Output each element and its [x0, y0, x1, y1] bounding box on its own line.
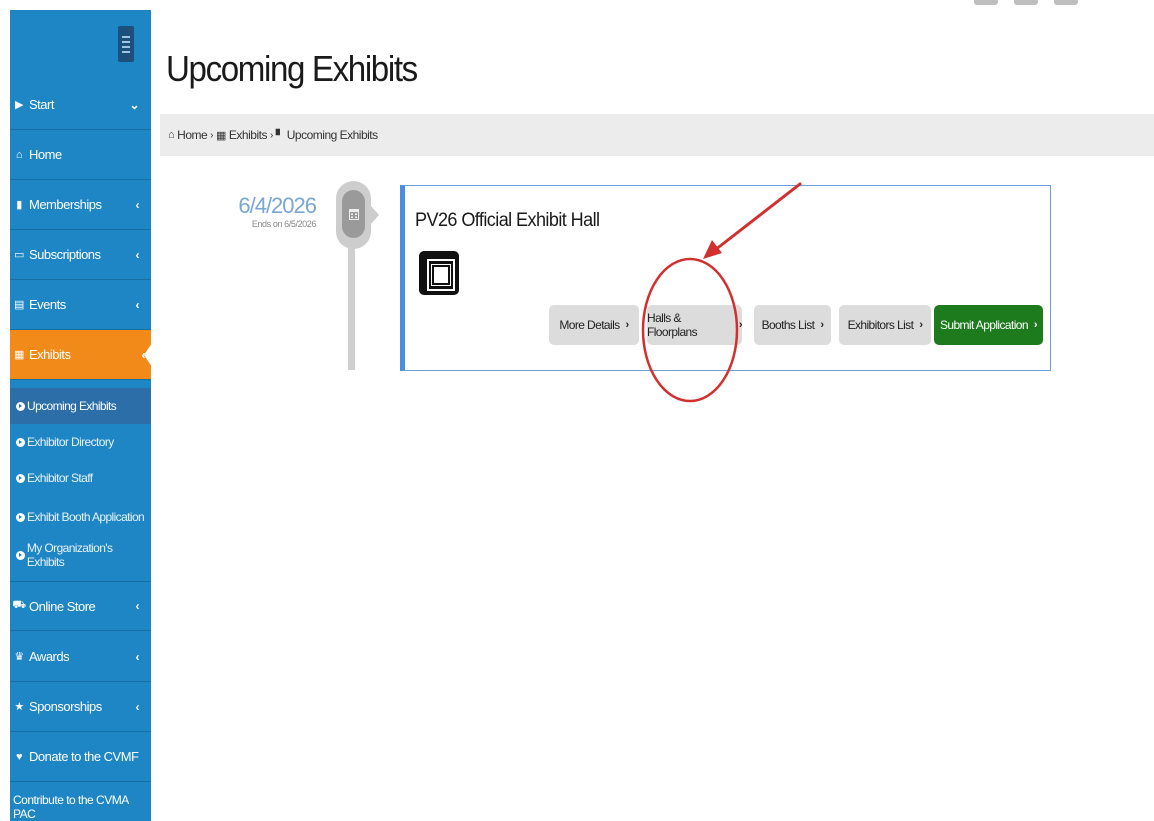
sidebar-subitem-label: Upcoming Exhibits: [27, 399, 117, 413]
sidebar-item-sponsorships[interactable]: ★ Sponsorships ‹: [10, 682, 151, 732]
sidebar-subitem-exhibitor-staff[interactable]: Exhibitor Staff: [10, 460, 151, 496]
sidebar-subitem-upcoming-exhibits[interactable]: Upcoming Exhibits: [10, 388, 151, 424]
circle-arrow-icon: [16, 437, 25, 447]
file-icon: ▘: [275, 129, 284, 142]
chevron-left-icon: ‹: [135, 599, 140, 613]
circle-arrow-icon: [16, 473, 25, 483]
sidebar-subitem-booth-application[interactable]: Exhibit Booth Application: [10, 499, 151, 535]
sidebar-item-online-store[interactable]: ⛟ Online Store ‹: [10, 581, 151, 631]
sidebar-subitem-label: Exhibit Booth Application: [27, 510, 145, 524]
hdd-icon: ▭: [14, 249, 24, 261]
button-label: Booths List: [761, 318, 815, 332]
chevron-right-icon: ›: [738, 319, 743, 331]
calendar-icon: ▤: [14, 299, 24, 311]
heart-icon: ♥: [15, 750, 23, 763]
chevron-right-icon: ›: [1033, 319, 1038, 331]
chevron-left-icon: ‹: [135, 699, 140, 714]
sidebar-subitem-label: My Organization's Exhibits: [26, 541, 113, 569]
star-icon: ★: [14, 701, 24, 713]
booths-list-button[interactable]: Booths List ›: [754, 305, 831, 345]
sidebar-item-contribute-pac[interactable]: Contribute to the CVMA PAC: [10, 782, 151, 821]
breadcrumb-home[interactable]: Home: [177, 128, 208, 142]
bookmark-icon: ▮: [16, 199, 22, 211]
button-label: Halls & Floorplans: [647, 311, 698, 339]
sidebar-item-subscriptions[interactable]: ▭ Subscriptions ‹: [10, 230, 151, 280]
sidebar-subitem-label: Exhibitor Directory: [27, 435, 114, 449]
chevron-left-icon: ‹: [135, 197, 140, 212]
button-label: Submit Application: [939, 318, 1029, 332]
breadcrumb-exhibits[interactable]: Exhibits: [229, 128, 268, 142]
grid-icon: ▦: [216, 129, 226, 142]
chevron-left-icon: ‹: [135, 649, 140, 664]
exhibit-title[interactable]: PV26 Official Exhibit Hall: [415, 210, 600, 232]
chevron-right-icon: ›: [210, 129, 214, 141]
chevron-right-icon: ›: [820, 319, 824, 331]
chevron-right-icon: ›: [919, 319, 923, 331]
circle-arrow-icon: [16, 401, 25, 411]
submit-application-button[interactable]: Submit Application ›: [934, 305, 1043, 345]
sidebar-item-label: Exhibits: [29, 347, 71, 362]
sidebar-item-label: Contribute to the CVMA PAC: [13, 792, 129, 821]
sidebar-item-memberships[interactable]: ▮ Memberships ‹: [10, 180, 151, 230]
chevron-down-icon: ⌄: [129, 97, 139, 112]
chevron-right-icon: ›: [269, 129, 273, 141]
more-details-button[interactable]: More Details ›: [549, 305, 639, 345]
sidebar-item-events[interactable]: ▤ Events ‹: [10, 280, 151, 330]
home-icon: ⌂: [168, 129, 175, 141]
sidebar-item-label: Home: [29, 147, 62, 162]
breadcrumb-current: Upcoming Exhibits: [286, 128, 378, 142]
button-label: More Details: [559, 318, 620, 332]
grid-icon: ▦: [14, 349, 24, 361]
sidebar-item-label: Online Store: [29, 598, 96, 614]
trophy-icon: ♛: [14, 651, 24, 663]
chevron-left-icon: ‹: [135, 247, 140, 262]
chevron-right-icon: ›: [625, 319, 630, 331]
exhibit-logo-icon: [419, 251, 459, 295]
sidebar-subitem-my-org-exhibits[interactable]: My Organization's Exhibits: [10, 537, 151, 573]
cart-icon: ⛟: [12, 599, 26, 611]
sidebar-item-label: Awards: [29, 649, 70, 664]
sidebar-item-donate-cvmf[interactable]: ♥ Donate to the CVMF: [10, 732, 151, 782]
toolbar-icon[interactable]: [974, 0, 998, 5]
toolbar-icon[interactable]: [1014, 0, 1038, 5]
halls-floorplans-button[interactable]: Halls & Floorplans ›: [647, 305, 743, 345]
exhibit-start-date: 6/4/2026: [238, 193, 317, 218]
home-icon: ⌂: [15, 148, 23, 161]
play-square-icon: ▶: [15, 99, 23, 111]
sidebar-item-label: Start: [29, 97, 54, 112]
sidebar-item-label: Subscriptions: [29, 247, 101, 262]
exhibit-end-date: Ends on 6/5/2026: [251, 219, 317, 229]
toolbar-icon[interactable]: [1054, 0, 1078, 5]
sidebar-item-label: Events: [29, 297, 66, 312]
sidebar-item-label: Sponsorships: [29, 699, 102, 714]
sidebar-item-awards[interactable]: ♛ Awards ‹: [10, 632, 151, 682]
circle-arrow-icon: [16, 550, 25, 560]
sidebar-item-start[interactable]: ▶ Start ⌄: [10, 80, 151, 130]
chevron-left-icon: ‹: [135, 297, 140, 312]
sidebar-item-home[interactable]: ⌂ Home: [10, 130, 151, 180]
page-title: Upcoming Exhibits: [166, 48, 418, 89]
sidebar-subitem-exhibitor-directory[interactable]: Exhibitor Directory: [10, 424, 151, 460]
circle-arrow-icon: [16, 512, 25, 522]
button-label: Exhibitors List: [847, 318, 914, 332]
top-right-toolbar: [974, 0, 1084, 6]
exhibitors-list-button[interactable]: Exhibitors List ›: [839, 305, 931, 345]
menu-toggle-icon[interactable]: [118, 26, 134, 62]
sidebar-item-label: Memberships: [29, 197, 102, 212]
timeline-line: [348, 235, 355, 370]
sidebar: ▶ Start ⌄ ⌂ Home ▮ Memberships ‹ ▭ Subsc…: [10, 10, 151, 821]
calendar-icon: [342, 190, 365, 238]
exhibit-card: PV26 Official Exhibit Hall More Details ›…: [400, 185, 1051, 371]
sidebar-item-label: Donate to the CVMF: [29, 749, 139, 764]
sidebar-subitem-label: Exhibitor Staff: [27, 471, 93, 485]
breadcrumb: ⌂ Home › ▦ Exhibits › ▘ Upcoming Exhibit…: [160, 114, 1154, 156]
sidebar-item-exhibits[interactable]: ▦ Exhibits ‹: [10, 330, 151, 380]
